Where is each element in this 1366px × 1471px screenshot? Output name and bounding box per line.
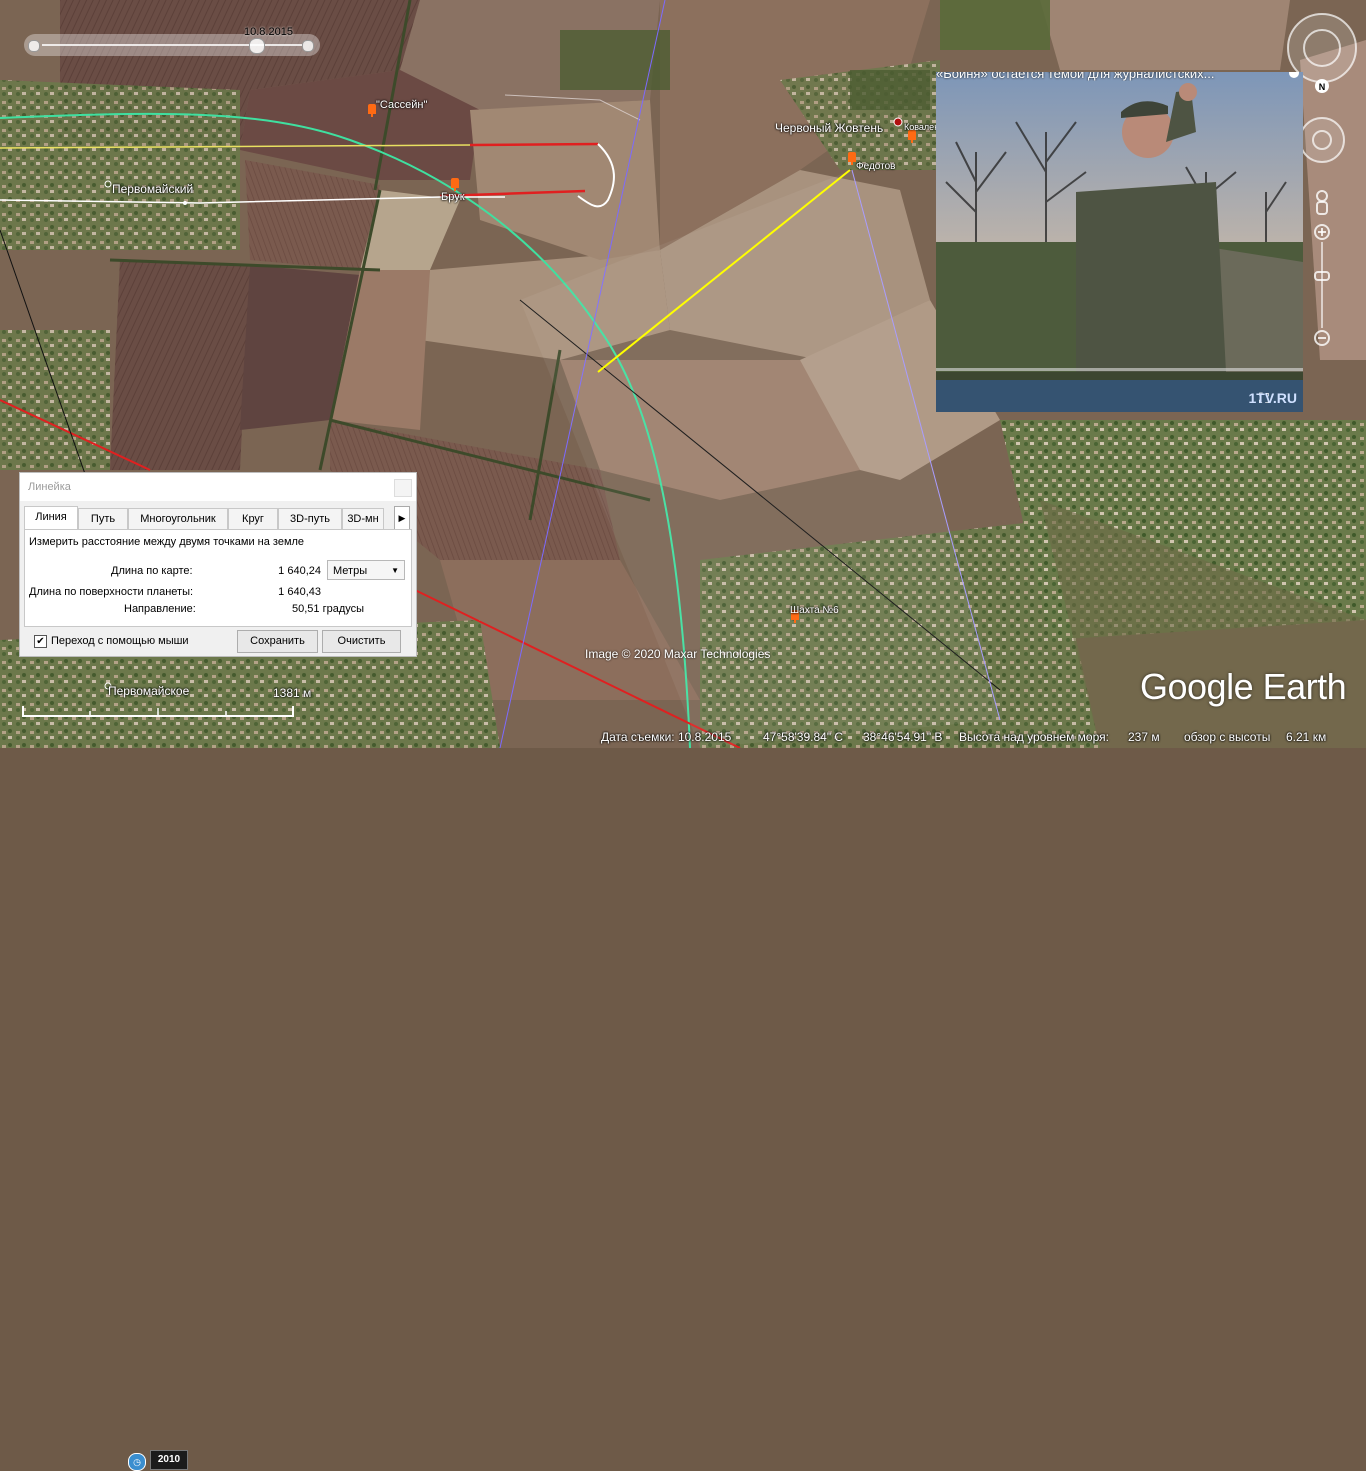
street-view-pegman-icon[interactable]: [1316, 190, 1328, 215]
label-pervomaiskoe[interactable]: Первомайское: [108, 684, 189, 698]
units-select[interactable]: Метры ▼: [327, 560, 405, 580]
ruler-dialog[interactable]: Линейка Линия Путь Многоугольник Круг 3D…: [19, 472, 417, 657]
map-length-value: 1 640,24: [278, 565, 321, 577]
surface-length-label: Длина по поверхности планеты:: [29, 586, 194, 598]
placemark-dot[interactable]: [893, 117, 903, 127]
google-earth-logo: Google Earth: [1140, 666, 1347, 707]
label-fedotov[interactable]: Федотов: [856, 161, 895, 172]
video-title[interactable]: «Бойня» остается темой для журналистских…: [936, 72, 1266, 81]
slider-end-handle[interactable]: [302, 40, 314, 52]
scale-bar: [22, 706, 294, 717]
eye-altitude-value: 6.21 км: [1286, 730, 1327, 744]
mouse-navigation-checkbox[interactable]: ✔: [34, 635, 47, 648]
historical-imagery-slider[interactable]: 10.8.2015: [24, 26, 320, 56]
ruler-panel: Измерить расстояние между двумя точками …: [24, 529, 412, 627]
heading-value: 50,51 градусы: [292, 603, 365, 615]
slider-thumb[interactable]: [249, 38, 265, 54]
status-bar: ◷ 2010 Дата съемки: 10.8.2015 47°58'39.8…: [0, 725, 1366, 1471]
historical-imagery-icon[interactable]: ◷: [128, 1453, 146, 1471]
track-point: [183, 201, 187, 205]
mouse-navigation-label[interactable]: Переход с помощью мыши: [51, 635, 189, 647]
map-length-label: Длина по карте:: [111, 565, 193, 577]
elevation-value: 237 м: [1128, 730, 1160, 744]
village-area: [0, 80, 240, 250]
channel-logo: 1TV.RU: [1248, 390, 1297, 406]
close-button[interactable]: [394, 479, 412, 497]
label-shakhta[interactable]: Шахта №6: [790, 605, 839, 616]
north-icon: N: [1319, 82, 1326, 92]
label-bruk[interactable]: Брук: [441, 191, 465, 203]
video-popup[interactable]: «Бойня» остается темой для журналистских…: [936, 72, 1303, 412]
field: [110, 260, 250, 470]
chevron-down-icon: ▼: [391, 566, 399, 575]
tab-scroll-right-icon[interactable]: ▶: [394, 506, 410, 530]
dialog-title: Линейка: [28, 481, 71, 493]
move-joystick[interactable]: [1299, 117, 1345, 163]
tab-line[interactable]: Линия: [24, 506, 78, 531]
longitude: 38°46'54.91" В: [863, 730, 943, 744]
slider-date: 10.8.2015: [244, 26, 293, 38]
tab-polygon[interactable]: Многоугольник: [128, 508, 228, 531]
scale-label: 1381 м: [273, 686, 312, 700]
units-selected: Метры: [333, 565, 368, 577]
imagery-year-badge[interactable]: 2010: [150, 1450, 188, 1470]
ruler-description: Измерить расстояние между двумя точками …: [29, 536, 305, 548]
tree-line: [850, 70, 930, 110]
label-chervony[interactable]: Червоный Жовтень: [775, 121, 883, 135]
elevation-label: Высота над уровнем моря:: [959, 730, 1109, 744]
tree-line: [940, 0, 1050, 50]
latitude: 47°58'39.84" С: [763, 730, 844, 744]
tree-line: [560, 30, 670, 90]
label-sassein[interactable]: "Сассейн": [376, 99, 427, 111]
surface-length-value: 1 640,43: [278, 586, 321, 598]
field: [1040, 0, 1290, 70]
red-track: [469, 142, 599, 147]
slider-start-handle[interactable]: [28, 40, 40, 52]
zoom-slider[interactable]: [1314, 224, 1330, 346]
tab-circle[interactable]: Круг: [228, 508, 278, 531]
eye-altitude-label: обзор с высоты: [1184, 730, 1271, 744]
tab-3d-path[interactable]: 3D-путь: [278, 508, 342, 531]
video-frame[interactable]: [936, 72, 1303, 412]
clear-button[interactable]: Очистить: [322, 630, 401, 653]
video-progress-bar[interactable]: [936, 368, 1303, 371]
village-area: [0, 330, 110, 470]
tab-path[interactable]: Путь: [78, 508, 128, 531]
label-pervomaisky[interactable]: Первомайский: [112, 182, 193, 196]
save-button[interactable]: Сохранить: [237, 630, 318, 653]
dialog-titlebar[interactable]: Линейка: [20, 473, 416, 501]
tab-3d-polygon[interactable]: 3D-мн: [342, 508, 384, 531]
ruler-tabs: Линия Путь Многоугольник Круг 3D-путь 3D…: [24, 506, 396, 531]
heading-label: Направление:: [124, 603, 196, 615]
imagery-date: Дата съемки: 10.8.2015: [601, 730, 732, 744]
imagery-copyright: Image © 2020 Maxar Technologies: [585, 647, 771, 661]
